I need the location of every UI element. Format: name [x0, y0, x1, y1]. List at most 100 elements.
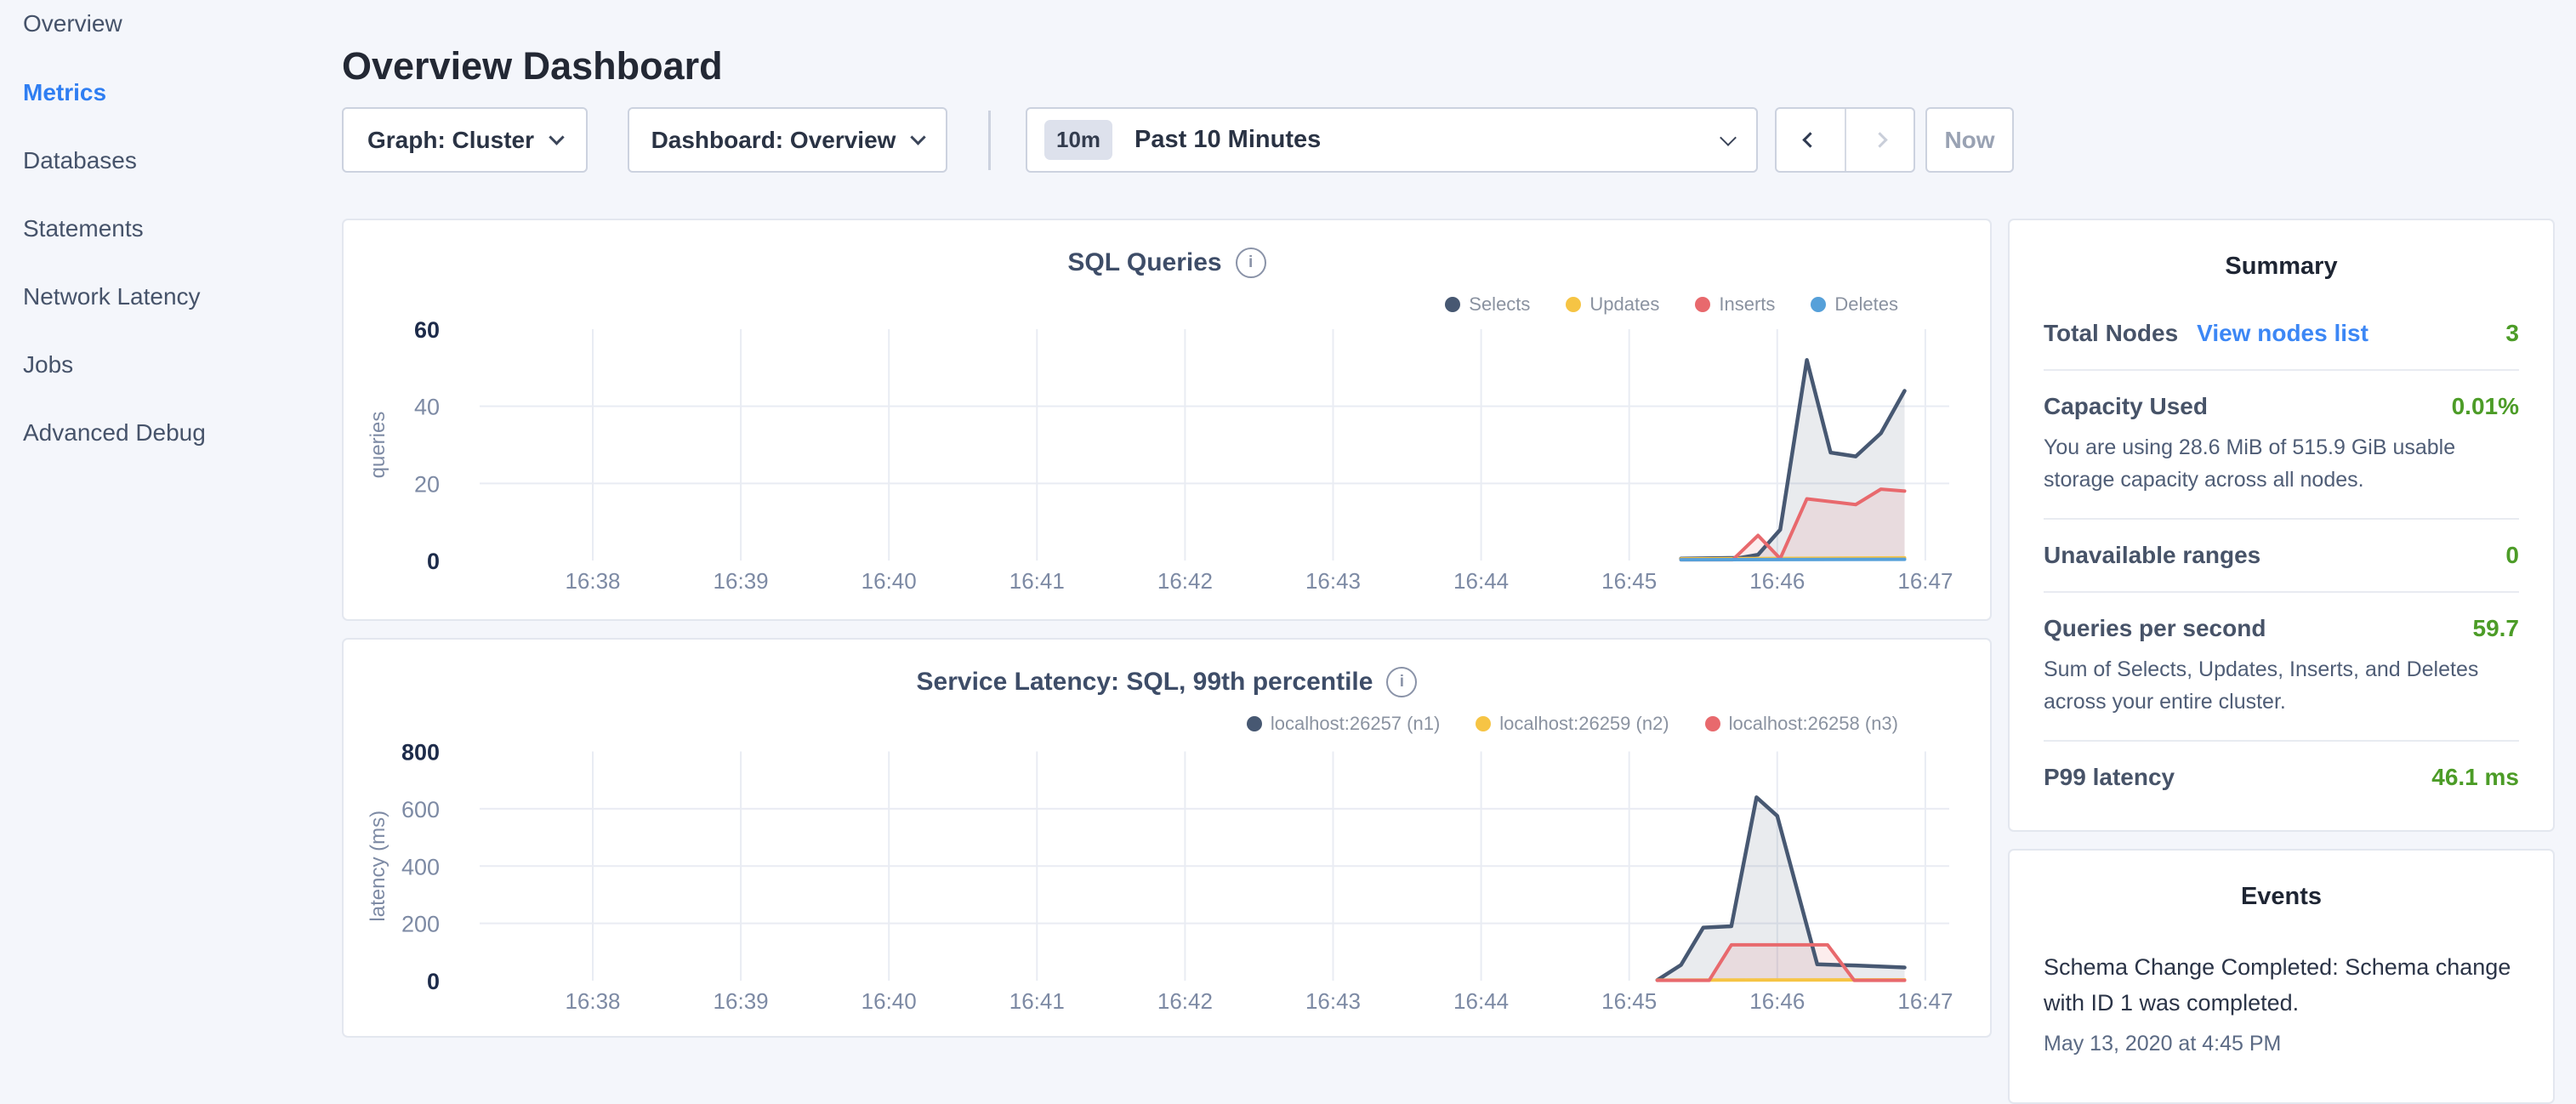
svg-text:16:46: 16:46	[1749, 988, 1805, 1014]
svg-text:0: 0	[427, 549, 440, 574]
summary-row-queries-per-second: Queries per second 59.7 Sum of Selects, …	[2044, 593, 2519, 742]
sidebar-item-network-latency[interactable]: Network Latency	[23, 280, 201, 314]
legend-label: Updates	[1589, 293, 1659, 316]
svg-text:latency (ms): latency (ms)	[367, 811, 390, 922]
info-icon[interactable]: i	[1236, 248, 1266, 278]
controls-divider	[988, 111, 991, 170]
sql-queries-plot: 0 20 40 60 16:38 16:39 16:40 16:41 16:42 16:43 16:…	[344, 220, 1990, 619]
time-step-forward-button[interactable]	[1846, 109, 1914, 171]
chevron-down-icon	[1720, 129, 1737, 146]
svg-text:16:41: 16:41	[1009, 568, 1065, 594]
legend-item[interactable]: Inserts	[1695, 293, 1775, 316]
legend-dot-icon	[1811, 297, 1826, 312]
service-latency-chart-card: Service Latency: SQL, 99th percentile i …	[342, 638, 1992, 1038]
svg-text:200: 200	[401, 912, 440, 937]
summary-label: Capacity Used	[2044, 393, 2208, 420]
time-step-back-button[interactable]	[1777, 109, 1846, 171]
summary-label: Unavailable ranges	[2044, 542, 2260, 569]
svg-text:16:47: 16:47	[1897, 988, 1953, 1014]
svg-text:16:43: 16:43	[1305, 568, 1361, 594]
svg-text:16:45: 16:45	[1601, 988, 1657, 1014]
chart-legend: Selects Updates Inserts Deletes	[1445, 293, 1898, 316]
svg-text:600: 600	[401, 797, 440, 822]
summary-description: Sum of Selects, Updates, Inserts, and De…	[2044, 654, 2519, 718]
summary-row-capacity-used: Capacity Used 0.01% You are using 28.6 M…	[2044, 371, 2519, 520]
dashboard-dropdown[interactable]: Dashboard: Overview	[628, 107, 947, 173]
legend-dot-icon	[1705, 716, 1720, 731]
legend-dot-icon	[1476, 716, 1491, 731]
svg-text:16:41: 16:41	[1009, 988, 1065, 1014]
chart-title: Service Latency: SQL, 99th percentile	[917, 668, 1373, 697]
svg-text:16:42: 16:42	[1157, 568, 1213, 594]
sidebar-item-databases[interactable]: Databases	[23, 144, 137, 178]
svg-text:16:44: 16:44	[1453, 568, 1509, 594]
sidebar-item-jobs[interactable]: Jobs	[23, 348, 73, 382]
chevron-left-icon	[1803, 132, 1818, 147]
event-timestamp: May 13, 2020 at 4:45 PM	[2044, 1032, 2519, 1056]
svg-text:16:39: 16:39	[714, 568, 769, 594]
svg-text:queries: queries	[367, 412, 390, 479]
events-title: Events	[2010, 851, 2553, 911]
svg-text:16:39: 16:39	[714, 988, 769, 1014]
legend-item[interactable]: Updates	[1566, 293, 1659, 316]
time-range-badge: 10m	[1044, 120, 1112, 160]
legend-dot-icon	[1695, 297, 1710, 312]
legend-label: localhost:26259 (n2)	[1499, 713, 1669, 735]
graph-scope-label: Graph: Cluster	[367, 127, 534, 154]
legend-label: Selects	[1469, 293, 1530, 316]
chart-legend: localhost:26257 (n1) localhost:26259 (n2)…	[1247, 713, 1898, 735]
time-range-dropdown[interactable]: 10m Past 10 Minutes	[1026, 107, 1758, 173]
svg-text:60: 60	[414, 317, 440, 343]
events-panel: Events Schema Change Completed: Schema c…	[2008, 849, 2555, 1104]
summary-panel: Summary Total Nodes View nodes list 3 Ca…	[2008, 219, 2555, 832]
svg-text:0: 0	[427, 969, 440, 994]
legend-item[interactable]: localhost:26258 (n3)	[1705, 713, 1898, 735]
chart-title: SQL Queries	[1067, 248, 1221, 277]
sidebar-item-metrics[interactable]: Metrics	[23, 76, 106, 110]
svg-text:16:47: 16:47	[1897, 568, 1953, 594]
summary-value: 0.01%	[2452, 393, 2519, 420]
sidebar-item-overview[interactable]: Overview	[23, 7, 122, 41]
svg-text:16:40: 16:40	[862, 988, 917, 1014]
now-button[interactable]: Now	[1925, 107, 2014, 173]
legend-item[interactable]: Selects	[1445, 293, 1530, 316]
graph-scope-dropdown[interactable]: Graph: Cluster	[342, 107, 588, 173]
legend-item[interactable]: localhost:26257 (n1)	[1247, 713, 1440, 735]
sql-queries-chart-card: SQL Queries i Selects Updates Inserts Delet…	[342, 219, 1992, 621]
svg-text:800: 800	[401, 740, 440, 765]
chevron-down-icon	[911, 129, 926, 145]
summary-row-total-nodes: Total Nodes View nodes list 3	[2044, 298, 2519, 371]
summary-description: You are using 28.6 MiB of 515.9 GiB usab…	[2044, 432, 2519, 496]
legend-item[interactable]: Deletes	[1811, 293, 1898, 316]
info-icon[interactable]: i	[1386, 667, 1417, 697]
summary-label: Total Nodes	[2044, 320, 2178, 347]
summary-label: P99 latency	[2044, 764, 2175, 791]
service-latency-plot: 0 200 400 600 800 16:38 16:39 16:40 16:41 16:42 16…	[344, 640, 1990, 1036]
summary-value: 3	[2505, 320, 2519, 347]
page-title: Overview Dashboard	[342, 44, 723, 88]
summary-value: 46.1 ms	[2431, 764, 2519, 791]
summary-value: 0	[2505, 542, 2519, 569]
svg-text:16:42: 16:42	[1157, 988, 1213, 1014]
sidebar-item-statements[interactable]: Statements	[23, 212, 144, 246]
view-nodes-list-link[interactable]: View nodes list	[2197, 320, 2368, 347]
chevron-right-icon	[1872, 132, 1887, 147]
legend-dot-icon	[1445, 297, 1460, 312]
sidebar-item-advanced-debug[interactable]: Advanced Debug	[23, 416, 206, 450]
legend-label: localhost:26258 (n3)	[1729, 713, 1898, 735]
legend-label: localhost:26257 (n1)	[1271, 713, 1440, 735]
svg-text:16:38: 16:38	[565, 568, 620, 594]
summary-title: Summary	[2010, 220, 2553, 281]
time-range-label: Past 10 Minutes	[1134, 126, 1321, 154]
svg-text:40: 40	[414, 395, 440, 420]
svg-text:20: 20	[414, 471, 440, 497]
legend-label: Deletes	[1834, 293, 1898, 316]
svg-text:16:40: 16:40	[862, 568, 917, 594]
legend-dot-icon	[1566, 297, 1581, 312]
time-step-buttons	[1775, 107, 1915, 173]
legend-item[interactable]: localhost:26259 (n2)	[1476, 713, 1669, 735]
svg-text:400: 400	[401, 854, 440, 879]
svg-text:16:38: 16:38	[565, 988, 620, 1014]
legend-dot-icon	[1247, 716, 1262, 731]
summary-label: Queries per second	[2044, 615, 2266, 642]
